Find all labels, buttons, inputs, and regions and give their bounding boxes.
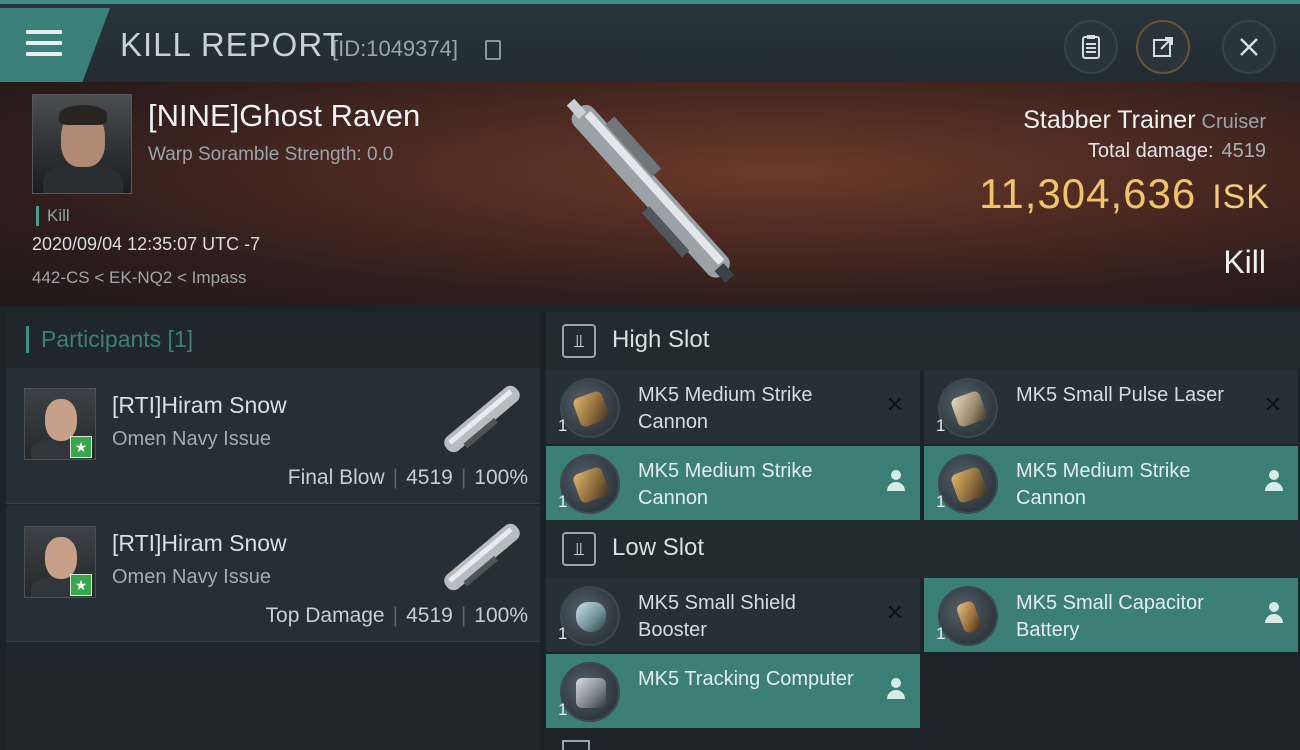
- low-slot-label: Low Slot: [612, 534, 705, 561]
- module-name: MK5 Medium Strike Cannon: [638, 460, 813, 509]
- next-slot-icon: [562, 740, 590, 750]
- total-damage: Total damage: 4519: [1088, 140, 1266, 163]
- cannon-icon: [560, 454, 620, 514]
- module-item[interactable]: 1 MK5 Medium Strike Cannon: [546, 446, 920, 520]
- kill-tag: Kill: [36, 206, 70, 226]
- person-icon: [1264, 470, 1284, 494]
- fitting-panel: ⫫ High Slot 1 MK5 Medium Strike Cannon ✕…: [546, 312, 1300, 750]
- participant-damage: 4519: [406, 604, 453, 627]
- high-slot-icon: ⫫: [562, 324, 596, 358]
- page-title: KILL REPORT: [120, 26, 344, 63]
- module-item[interactable]: 1 MK5 Small Shield Booster ✕: [546, 578, 920, 652]
- destroyed-icon: ✕: [885, 600, 905, 625]
- low-slot-header: ⫫ Low Slot: [546, 520, 1300, 578]
- victim-portrait[interactable]: [32, 94, 132, 194]
- ship-class: Cruiser: [1201, 111, 1266, 133]
- isk-unit: ISK: [1212, 178, 1270, 216]
- tracking-computer-icon: [560, 662, 620, 722]
- destroyed-icon: ✕: [885, 392, 905, 417]
- total-damage-value: 4519: [1221, 140, 1267, 162]
- module-name: MK5 Medium Strike Cannon: [638, 384, 813, 433]
- header-bar: KILL REPORT [ID:1049374]: [0, 0, 1300, 82]
- participant-percent: 100%: [474, 466, 528, 489]
- participant-name: [RTI]Hiram Snow: [112, 530, 287, 556]
- module-qty: 1: [558, 700, 568, 719]
- participant-stats: Final Blow | 4519 | 100%: [287, 466, 528, 489]
- victim-name[interactable]: [NINE]Ghost Raven: [148, 98, 420, 134]
- module-item[interactable]: 1 MK5 Tracking Computer: [546, 654, 920, 728]
- participant-percent: 100%: [474, 604, 528, 627]
- destroyed-icon: ✕: [1263, 392, 1283, 417]
- module-name: MK5 Tracking Computer: [638, 668, 854, 690]
- participant-damage: 4519: [406, 466, 453, 489]
- copy-icon[interactable]: [485, 40, 501, 60]
- victim-banner: [NINE]Ghost Raven Warp Soramble Strength…: [0, 82, 1300, 306]
- module-name: MK5 Medium Strike Cannon: [1016, 460, 1191, 509]
- module-qty: 1: [558, 624, 568, 643]
- star-icon: ★: [70, 436, 92, 458]
- participant-row[interactable]: ★ [RTI]Hiram Snow Omen Navy Issue Top Da…: [6, 506, 540, 642]
- clipboard-button[interactable]: [1064, 20, 1118, 74]
- report-id: [ID:1049374]: [332, 36, 458, 61]
- module-qty: 1: [558, 416, 568, 435]
- high-slot-header: ⫫ High Slot: [546, 312, 1300, 370]
- participant-role: Top Damage: [265, 604, 385, 627]
- victim-ship[interactable]: Stabber Trainer Cruiser: [1023, 106, 1266, 135]
- victim-ship-image[interactable]: [530, 86, 770, 298]
- kill-location[interactable]: 442-CS < EK-NQ2 < Impass: [32, 268, 246, 288]
- hamburger-icon: [26, 30, 62, 56]
- module-name: MK5 Small Pulse Laser: [1016, 384, 1224, 406]
- total-damage-label: Total damage:: [1087, 140, 1214, 162]
- cannon-icon: [560, 378, 620, 438]
- isk-value: 11,304,636 ISK: [979, 170, 1270, 218]
- isk-amount: 11,304,636: [979, 170, 1197, 217]
- participant-stats: Top Damage | 4519 | 100%: [265, 604, 528, 627]
- participant-ship-image: [444, 523, 520, 591]
- person-icon: [886, 678, 906, 702]
- participants-header: Participants [1]: [26, 326, 193, 353]
- module-name: MK5 Small Shield Booster: [638, 592, 796, 641]
- module-qty: 1: [936, 492, 946, 511]
- close-button[interactable]: [1222, 20, 1276, 74]
- shield-icon: [560, 586, 620, 646]
- kill-datetime: 2020/09/04 12:35:07 UTC -7: [32, 234, 261, 254]
- laser-icon: [938, 378, 998, 438]
- module-item[interactable]: 1 MK5 Small Capacitor Battery: [924, 578, 1298, 652]
- low-slot-icon: ⫫: [562, 532, 596, 566]
- close-icon: [1240, 38, 1258, 56]
- participant-name: [RTI]Hiram Snow: [112, 392, 287, 418]
- participant-ship: Omen Navy Issue: [112, 428, 271, 450]
- clipboard-icon: [1082, 35, 1100, 59]
- cannon-icon: [938, 454, 998, 514]
- module-qty: 1: [936, 416, 946, 435]
- person-icon: [1264, 602, 1284, 626]
- battery-icon: [938, 586, 998, 646]
- share-icon: [1153, 37, 1173, 57]
- participant-role: Final Blow: [287, 466, 385, 489]
- star-icon: ★: [70, 574, 92, 596]
- person-icon: [886, 470, 906, 494]
- result-label: Kill: [1223, 244, 1266, 280]
- module-item[interactable]: 1 MK5 Small Pulse Laser ✕: [924, 370, 1298, 444]
- warp-scramble-strength: Warp Soramble Strength: 0.0: [148, 144, 394, 165]
- participant-ship-image: [444, 385, 520, 453]
- ship-name: Stabber Trainer: [1023, 106, 1196, 134]
- module-name: MK5 Small Capacitor Battery: [1016, 592, 1204, 641]
- module-qty: 1: [558, 492, 568, 511]
- module-item[interactable]: 1 MK5 Medium Strike Cannon ✕: [546, 370, 920, 444]
- high-slot-label: High Slot: [612, 326, 710, 353]
- module-qty: 1: [936, 624, 946, 643]
- share-button[interactable]: [1136, 20, 1190, 74]
- menu-button[interactable]: [0, 8, 110, 82]
- participants-panel: Participants [1] ★ [RTI]Hiram Snow Omen …: [6, 312, 540, 750]
- participant-ship: Omen Navy Issue: [112, 566, 271, 588]
- participant-row[interactable]: ★ [RTI]Hiram Snow Omen Navy Issue Final …: [6, 368, 540, 504]
- module-item[interactable]: 1 MK5 Medium Strike Cannon: [924, 446, 1298, 520]
